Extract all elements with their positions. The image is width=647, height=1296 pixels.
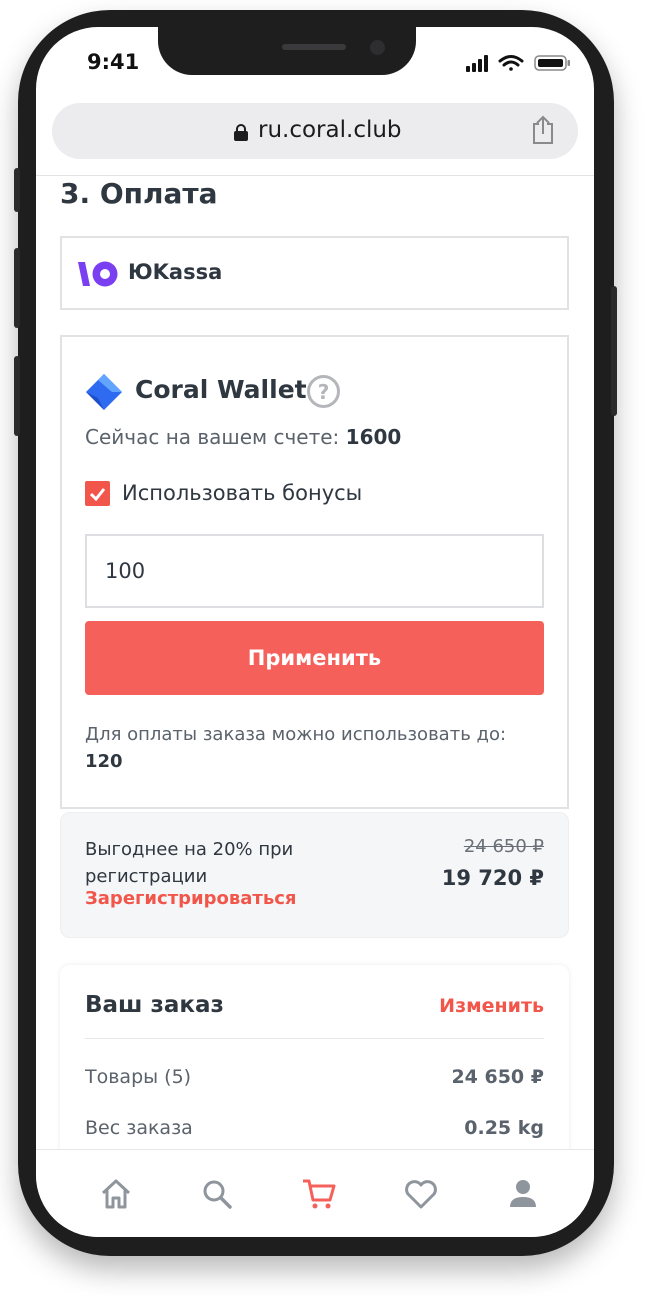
help-icon[interactable]: ? (307, 375, 340, 408)
status-time: 9:41 (87, 50, 140, 74)
limit-value: 120 (85, 751, 123, 772)
status-icons (466, 55, 570, 72)
profile-icon[interactable] (505, 1176, 541, 1212)
yukassa-logo-icon (78, 261, 118, 287)
order-title: Ваш заказ (85, 992, 224, 1018)
volume-down-button (14, 356, 20, 436)
search-icon[interactable] (199, 1176, 235, 1212)
balance-label: Сейчас на вашем счете: (85, 425, 346, 449)
apply-bonus-button[interactable]: Применить (85, 621, 544, 695)
power-button (611, 286, 617, 416)
order-row-label: Товары (5) (85, 1066, 192, 1088)
speaker (282, 44, 346, 50)
coral-wallet-title: Coral Wallet (135, 375, 307, 404)
coral-wallet-logo-icon (86, 374, 122, 410)
battery-icon (534, 55, 570, 71)
new-price: 19 720 ₽ (441, 866, 544, 890)
help-icon-symbol: ? (317, 379, 330, 404)
edit-order-link[interactable]: Изменить (400, 995, 544, 1017)
bonus-amount-input[interactable] (85, 534, 544, 608)
wallet-balance: Сейчас на вашем счете: 1600 (85, 425, 401, 449)
register-link[interactable]: Зарегистрироваться (85, 888, 296, 909)
camera (370, 40, 385, 55)
browser-url-text: ru.coral.club (258, 117, 402, 143)
order-row-value: 0.25 kg (464, 1117, 544, 1139)
yukassa-label: ЮKassa (128, 260, 223, 284)
heart-icon[interactable] (403, 1176, 439, 1212)
volume-up-button (14, 248, 20, 328)
order-divider (85, 1038, 544, 1039)
lock-icon (234, 124, 248, 141)
section-title: 3. Оплата (60, 177, 218, 210)
promo-text: Выгоднее на 20% при регистрации (85, 839, 294, 887)
order-row-label: Вес заказа (85, 1117, 193, 1139)
share-icon[interactable] (531, 115, 555, 145)
wifi-icon (498, 55, 524, 71)
checkmark-icon (89, 487, 106, 501)
balance-value: 1600 (345, 425, 402, 449)
bonus-limit-note: Для оплаты заказа можно использовать до:… (85, 721, 550, 775)
cart-icon[interactable] (301, 1176, 337, 1212)
use-bonus-label[interactable]: Использовать бонусы (122, 481, 362, 505)
limit-label: Для оплаты заказа можно использовать до: (85, 724, 507, 745)
mute-switch (14, 168, 20, 212)
signal-icon (466, 55, 488, 72)
use-bonus-checkbox[interactable] (85, 481, 110, 506)
old-price: 24 650 ₽ (463, 836, 544, 857)
home-icon[interactable] (98, 1176, 134, 1212)
order-row-value: 24 650 ₽ (451, 1066, 544, 1088)
browser-divider (36, 175, 594, 176)
